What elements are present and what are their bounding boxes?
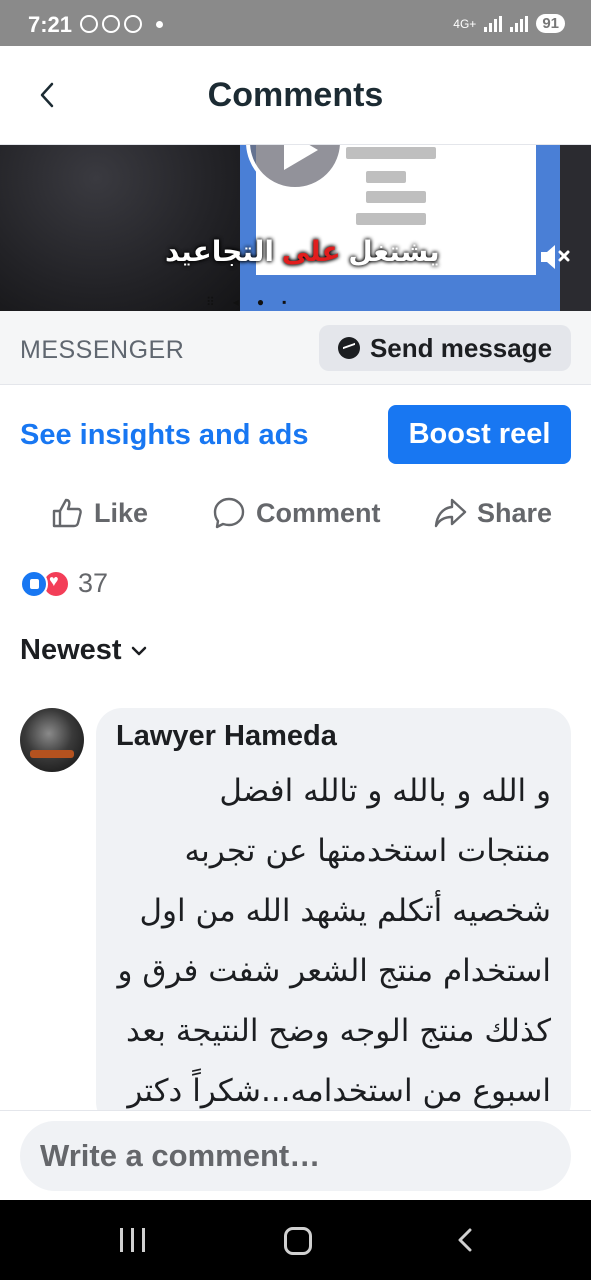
- caption-part-1: يشتغل: [348, 236, 440, 267]
- share-icon: [434, 498, 467, 528]
- comment-bubble[interactable]: Lawyer Hameda و الله و بالله و تالله افض…: [96, 708, 571, 1169]
- thumbs-up-icon: [52, 498, 82, 528]
- page-title: Comments: [207, 76, 384, 114]
- like-label: Like: [94, 497, 149, 528]
- video-caption: يشتغل على التجاعيد: [165, 235, 440, 268]
- home-button[interactable]: [284, 1227, 312, 1255]
- comment-button[interactable]: Comment: [212, 496, 381, 530]
- comment-author[interactable]: Lawyer Hameda: [116, 720, 551, 753]
- boost-reel-button[interactable]: Boost reel: [388, 405, 571, 464]
- messenger-notification-icon: [80, 15, 98, 33]
- see-insights-link[interactable]: See insights and ads: [20, 419, 308, 452]
- reaction-count: 37: [78, 568, 109, 598]
- next-icon: ▪: [282, 295, 287, 309]
- messenger-label: MESSENGER: [20, 336, 185, 364]
- app-notification-icon: [102, 15, 120, 33]
- send-message-button[interactable]: Send message: [319, 325, 571, 371]
- app-notification-icon-2: [124, 15, 142, 33]
- slide-line: [356, 213, 426, 225]
- system-nav-bar: [0, 1200, 591, 1280]
- share-label: Share: [477, 497, 553, 528]
- share-button[interactable]: Share: [433, 496, 552, 530]
- status-time: 7:21: [28, 12, 73, 37]
- slide-line: [366, 191, 426, 203]
- avatar[interactable]: [20, 708, 84, 772]
- sort-label: Newest: [20, 634, 122, 666]
- comment-icon: [213, 497, 245, 529]
- signal-icon: [484, 15, 503, 32]
- reactions-summary[interactable]: 37: [20, 568, 108, 599]
- notification-icons: [80, 15, 163, 33]
- chevron-down-icon: [131, 646, 146, 655]
- caption-highlight: على: [281, 236, 341, 267]
- signal-icon-2: [510, 15, 529, 32]
- like-button[interactable]: Like: [50, 496, 148, 530]
- comment-label: Comment: [256, 497, 381, 528]
- video-person: [0, 145, 240, 311]
- sort-dropdown[interactable]: Newest: [20, 634, 148, 667]
- comment-input[interactable]: [20, 1121, 571, 1191]
- slide-line: [366, 171, 406, 183]
- dot-icon: ●: [256, 295, 265, 309]
- like-reaction-icon: [20, 569, 48, 598]
- grid-icon: ⠿: [206, 295, 215, 309]
- action-bar: Like Comment Share: [0, 486, 591, 544]
- status-right: 4G+ 91: [453, 14, 565, 33]
- mute-icon[interactable]: [537, 239, 573, 275]
- system-back-icon[interactable]: [455, 1228, 475, 1252]
- messenger-row: MESSENGER Send message: [0, 311, 591, 385]
- send-message-label: Send message: [369, 332, 553, 363]
- recents-button[interactable]: [120, 1228, 145, 1252]
- header: Comments: [0, 46, 591, 145]
- messenger-icon: [337, 337, 360, 359]
- slide-line: [346, 147, 436, 159]
- more-notifications-dot: [156, 20, 163, 28]
- network-type: 4G+: [453, 16, 477, 31]
- status-bar: 7:21 4G+ 91: [0, 0, 591, 46]
- reel-video[interactable]: يشتغل على التجاعيد ⠿ ◂ ● ▪: [0, 145, 591, 311]
- comment-composer: [0, 1110, 591, 1200]
- battery-icon: 91: [536, 14, 565, 33]
- caption-part-2: التجاعيد: [165, 236, 274, 267]
- prev-icon: ◂: [232, 295, 239, 309]
- video-controls: ⠿ ◂ ● ▪: [206, 295, 286, 309]
